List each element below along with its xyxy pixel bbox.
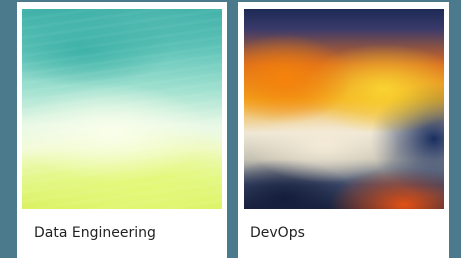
course-title[interactable]: Data Engineering [34, 225, 156, 241]
course-title[interactable]: DevOps [250, 225, 305, 241]
course-thumbnail[interactable] [244, 9, 444, 209]
course-card-devops[interactable]: DevOps [238, 2, 449, 258]
course-thumbnail[interactable] [22, 9, 222, 209]
course-card-data-engineering[interactable]: Data Engineering [17, 2, 227, 258]
course-grid: Data Engineering DevOps [0, 0, 461, 258]
